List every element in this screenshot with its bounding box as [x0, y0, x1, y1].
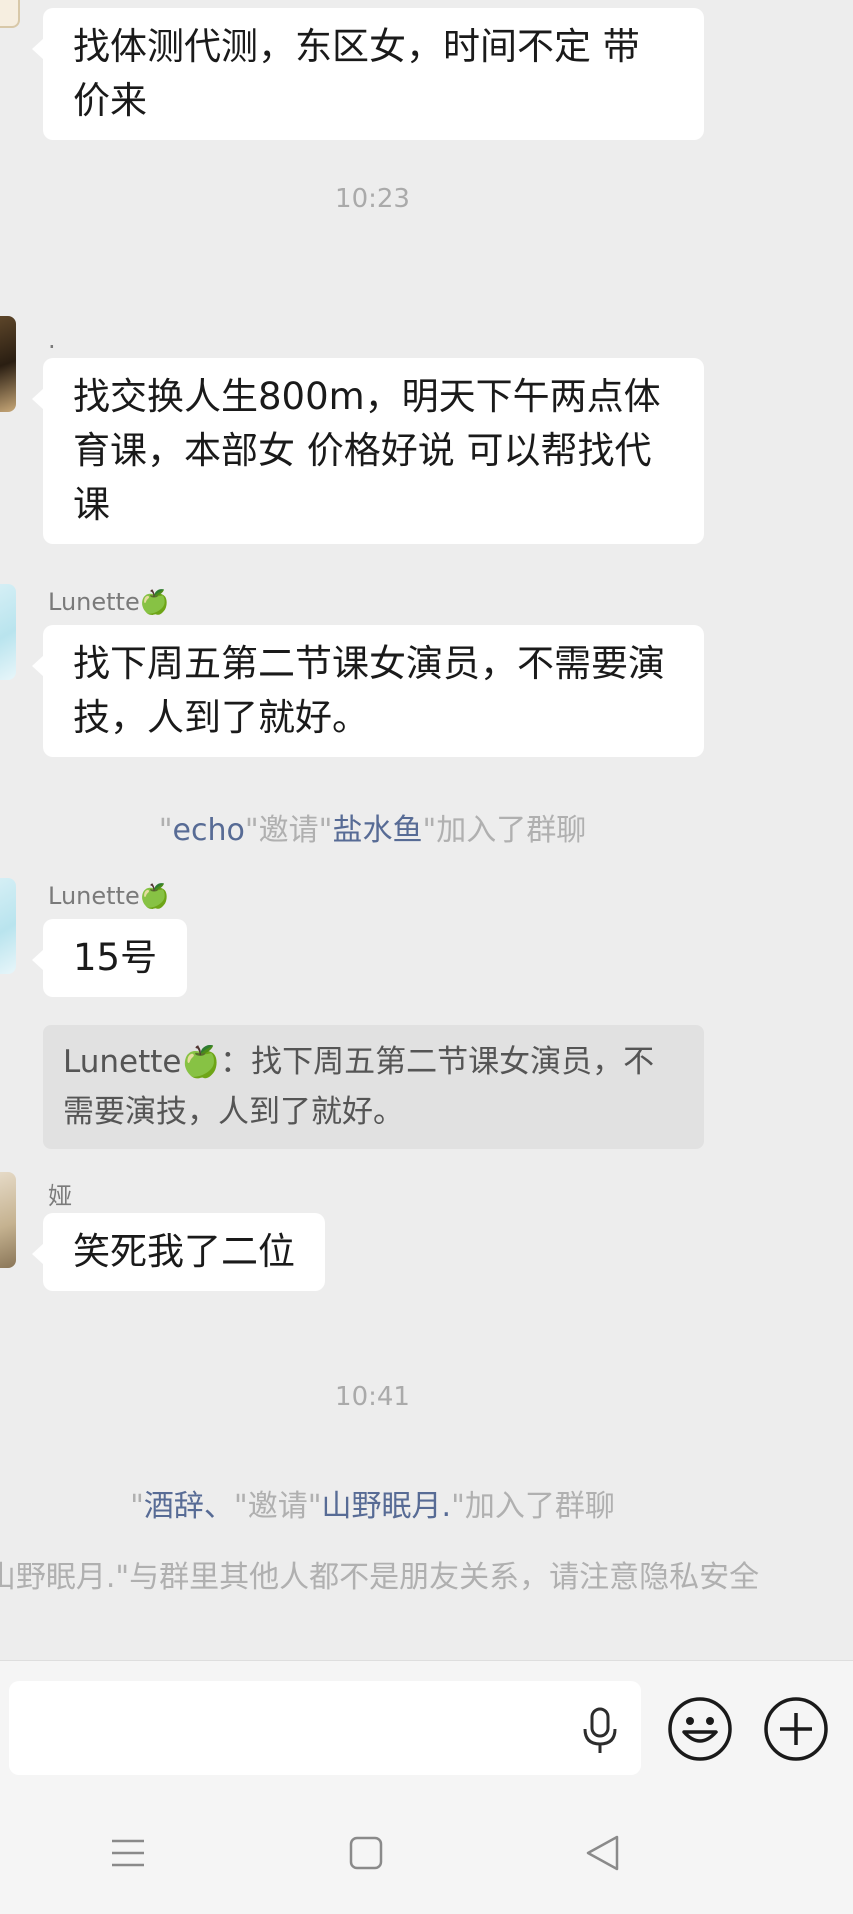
- square-icon[interactable]: [346, 1833, 386, 1873]
- apple-emoji-icon: 🍏: [139, 588, 170, 616]
- message-bubble[interactable]: 找体测代测，东区女，时间不定 带价来: [32, 8, 704, 140]
- sender-name: Lunette🍏: [48, 882, 170, 910]
- avatar[interactable]: [0, 0, 20, 28]
- avatar[interactable]: [0, 1172, 16, 1268]
- sender-name-text: Lunette: [48, 882, 140, 910]
- sender-name: 娅: [48, 1182, 72, 1210]
- system-text: ": [130, 1489, 144, 1524]
- message-bubble[interactable]: 笑死我了二位: [32, 1213, 325, 1291]
- system-text: "加入了群聊: [422, 813, 587, 848]
- avatar[interactable]: [0, 316, 16, 412]
- message-text: 15号: [73, 936, 158, 979]
- timestamp: 10:23: [335, 184, 410, 214]
- user-link-echo[interactable]: echo: [173, 813, 245, 848]
- message-text: 找下周五第二节课女演员，不需要演技，人到了就好。: [73, 642, 665, 739]
- avatar[interactable]: [0, 584, 16, 680]
- system-text: "加入了群聊: [451, 1489, 615, 1524]
- plus-circle-icon[interactable]: [763, 1696, 829, 1762]
- message-text: 找交换人生800m，明天下午两点体育课，本部女 价格好说 可以帮找代课: [73, 375, 661, 526]
- smiley-icon[interactable]: [667, 1696, 733, 1762]
- microphone-icon[interactable]: [578, 1706, 622, 1756]
- message-bubble[interactable]: 找下周五第二节课女演员，不需要演技，人到了就好。: [32, 625, 704, 757]
- chat-message-list[interactable]: 找体测代测，东区女，时间不定 带价来 10:23 . 找交换人生800m，明天下…: [0, 0, 853, 1660]
- message-text: 笑死我了二位: [73, 1230, 295, 1273]
- apple-emoji-icon: 🍏: [139, 882, 170, 910]
- system-text: ": [158, 813, 173, 848]
- privacy-notice: 山野眠月."与群里其他人都不是朋友关系，请注意隐私安全: [0, 1560, 760, 1595]
- system-message: "echo"邀请"盐水鱼"加入了群聊: [0, 805, 745, 849]
- message-bubble[interactable]: 15号: [31, 919, 188, 997]
- user-link-jiuci[interactable]: 酒辞、: [144, 1489, 234, 1524]
- message-input[interactable]: [9, 1681, 641, 1775]
- quoted-reply[interactable]: Lunette🍏：找下周五第二节课女演员，不需要演技，人到了就好。: [43, 1025, 704, 1149]
- sender-name: .: [48, 326, 56, 354]
- triangle-back-icon[interactable]: [582, 1831, 622, 1875]
- sender-name: Lunette🍏: [48, 588, 170, 616]
- user-link-shanyemianyue[interactable]: 山野眠月.: [322, 1489, 452, 1524]
- avatar[interactable]: [0, 878, 16, 974]
- system-text: "邀请": [244, 813, 333, 848]
- user-link-yanshuiyu[interactable]: 盐水鱼: [332, 813, 422, 848]
- sender-name-text: Lunette: [48, 588, 140, 616]
- timestamp: 10:41: [335, 1382, 410, 1412]
- system-message: "酒辞、"邀请"山野眠月."加入了群聊: [0, 1481, 745, 1525]
- menu-icon[interactable]: [108, 1833, 148, 1873]
- message-text: 找体测代测，东区女，时间不定 带价来: [73, 25, 640, 122]
- message-bubble[interactable]: 找交换人生800m，明天下午两点体育课，本部女 价格好说 可以帮找代课: [32, 358, 704, 544]
- system-text: "邀请": [233, 1489, 322, 1524]
